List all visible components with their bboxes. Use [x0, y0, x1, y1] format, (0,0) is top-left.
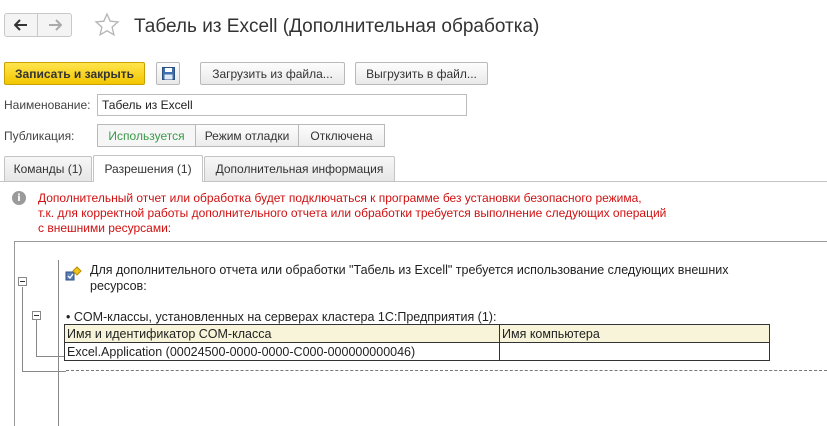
com-classes-table: Имя и идентификатор COM-класса Имя компь…: [64, 324, 770, 361]
tree-line-inner: [36, 320, 37, 356]
favorite-star-icon[interactable]: [94, 12, 120, 38]
collapse-toggle-icon[interactable]: [32, 311, 41, 320]
publication-option-disabled[interactable]: Отключена: [299, 124, 385, 147]
page-title: Табель из Excell (Дополнительная обработ…: [134, 16, 540, 37]
security-request-icon: [65, 266, 82, 281]
name-label: Наименование:: [4, 98, 91, 112]
tab-additional-info[interactable]: Дополнительная информация: [204, 156, 395, 181]
arrow-right-icon: [48, 19, 62, 31]
info-icon: i: [12, 191, 26, 205]
table-row: Excel.Application (00024500-0000-0000-C0…: [64, 342, 770, 361]
com-class-cell: Excel.Application (00024500-0000-0000-C0…: [64, 342, 500, 361]
load-from-file-button[interactable]: Загрузить из файла...: [200, 62, 345, 85]
save-button[interactable]: [156, 62, 180, 85]
column-header-com-class: Имя и идентификатор COM-класса: [64, 324, 500, 343]
publication-option-debug[interactable]: Режим отладки: [196, 124, 299, 147]
tab-permissions[interactable]: Разрешения (1): [93, 155, 203, 182]
back-button[interactable]: [4, 13, 38, 37]
publication-label: Публикация:: [4, 129, 75, 143]
permissions-intro-line-2: ресурсов:: [90, 279, 147, 293]
warning-line-3: с внешними ресурсами:: [38, 221, 172, 235]
floppy-disk-icon: [161, 67, 175, 80]
column-header-computer: Имя компьютера: [499, 324, 770, 343]
computer-name-cell: [499, 342, 770, 361]
section-divider: [66, 370, 827, 371]
arrow-left-icon: [14, 19, 27, 31]
com-classes-section-title: • COM-классы, установленных на серверах …: [66, 310, 497, 324]
tree-line-outer: [22, 287, 23, 371]
tab-commands[interactable]: Команды (1): [4, 156, 92, 181]
permissions-intro-line-1: Для дополнительного отчета или обработки…: [90, 263, 729, 277]
collapse-toggle-icon[interactable]: [18, 277, 27, 286]
publication-option-used[interactable]: Используется: [97, 124, 196, 147]
table-header-row: Имя и идентификатор COM-класса Имя компь…: [64, 324, 770, 343]
warning-line-2: т.к. для корректной работы дополнительно…: [38, 206, 667, 220]
name-field[interactable]: Табель из Excell: [97, 94, 467, 116]
unload-to-file-button[interactable]: Выгрузить в файл...: [355, 62, 488, 85]
tree-guide-line: [58, 260, 59, 426]
warning-line-1: Дополнительный отчет или обработка будет…: [38, 191, 642, 205]
forward-button[interactable]: [38, 13, 72, 37]
tree-line-inner-bottom: [36, 356, 64, 357]
tree-line-outer-bottom: [22, 371, 66, 372]
save-and-close-button[interactable]: Записать и закрыть: [4, 62, 145, 85]
